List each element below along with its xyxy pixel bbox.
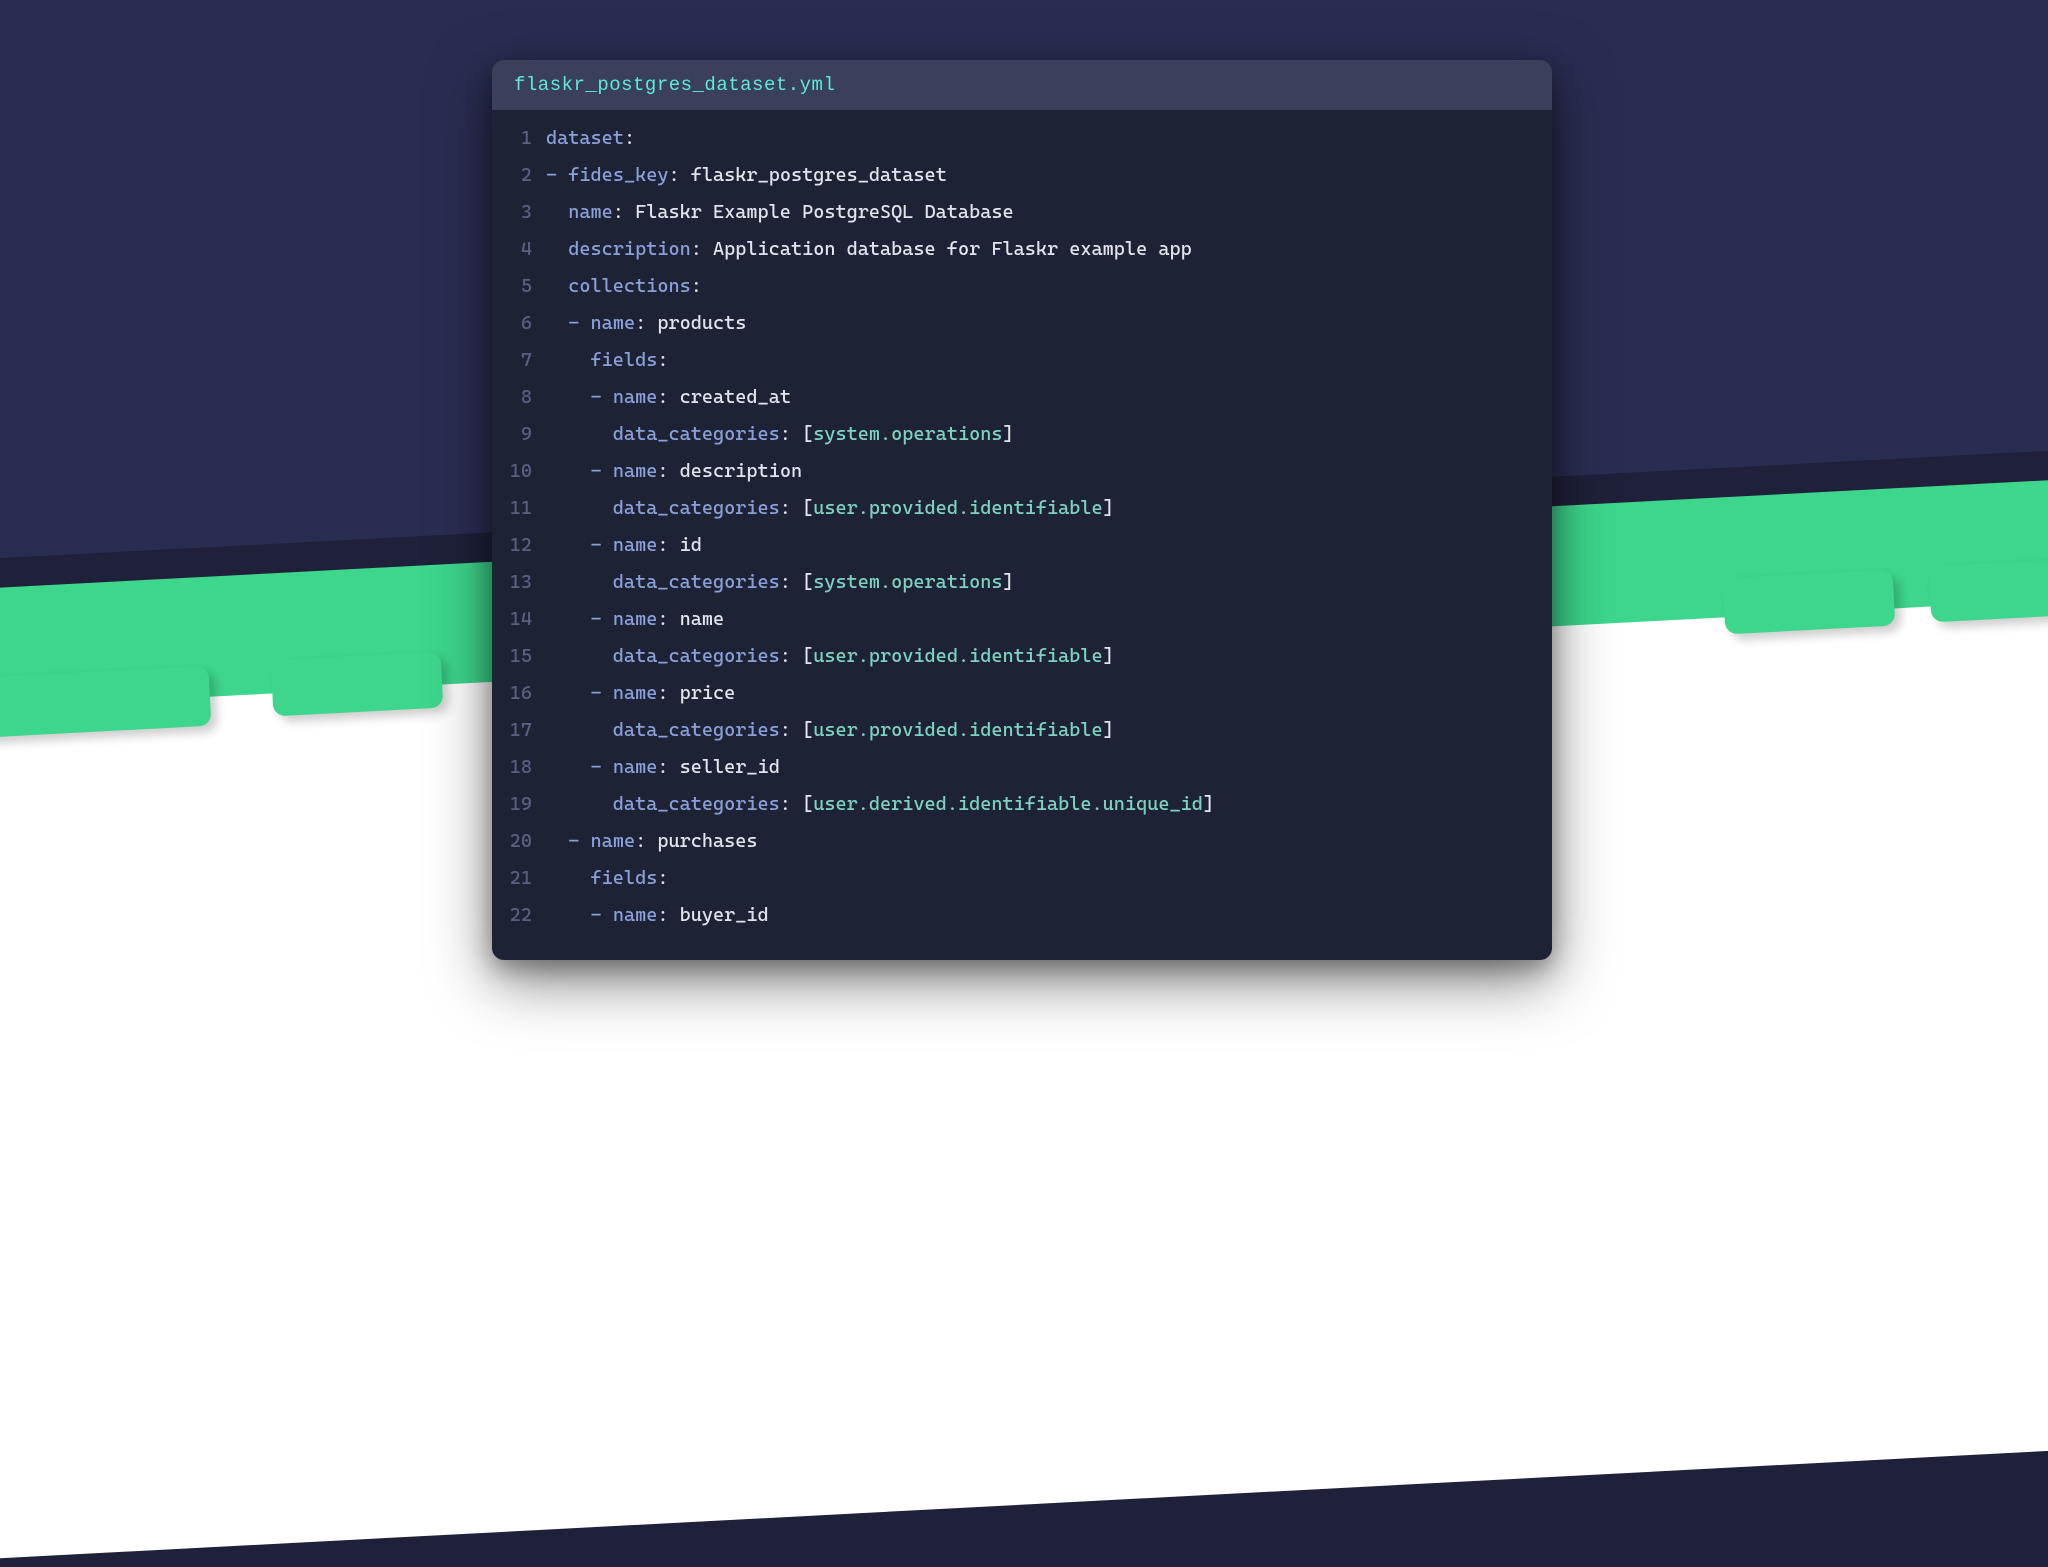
code-line[interactable]: data_categories: [system.operations] [546, 564, 1552, 601]
code-line[interactable]: - name: description [546, 453, 1552, 490]
code-line[interactable]: fields: [546, 860, 1552, 897]
line-number-gutter: 12345678910111213141516171819202122 [492, 120, 546, 960]
code-line[interactable]: data_categories: [user.provided.identifi… [546, 490, 1552, 527]
code-line[interactable]: - name: name [546, 601, 1552, 638]
code-line[interactable]: - name: products [546, 305, 1552, 342]
line-number: 3 [492, 194, 532, 231]
line-number: 16 [492, 675, 532, 712]
line-number: 2 [492, 157, 532, 194]
code-line[interactable]: - name: price [546, 675, 1552, 712]
code-line[interactable]: data_categories: [system.operations] [546, 416, 1552, 453]
code-line[interactable]: - name: id [546, 527, 1552, 564]
line-number: 20 [492, 823, 532, 860]
code-line[interactable]: fields: [546, 342, 1552, 379]
line-number: 7 [492, 342, 532, 379]
line-number: 12 [492, 527, 532, 564]
line-number: 5 [492, 268, 532, 305]
code-line[interactable]: dataset: [546, 120, 1552, 157]
code-line[interactable]: - name: created_at [546, 379, 1552, 416]
line-number: 13 [492, 564, 532, 601]
code-line[interactable]: name: Flaskr Example PostgreSQL Database [546, 194, 1552, 231]
code-line[interactable]: description: Application database for Fl… [546, 231, 1552, 268]
code-line[interactable]: - name: seller_id [546, 749, 1552, 786]
code-line[interactable]: - name: purchases [546, 823, 1552, 860]
line-number: 10 [492, 453, 532, 490]
code-line[interactable]: collections: [546, 268, 1552, 305]
line-number: 4 [492, 231, 532, 268]
line-number: 8 [492, 379, 532, 416]
line-number: 17 [492, 712, 532, 749]
code-line[interactable]: data_categories: [user.provided.identifi… [546, 712, 1552, 749]
line-number: 11 [492, 490, 532, 527]
file-name: flaskr_postgres_dataset.yml [492, 60, 1552, 110]
line-number: 19 [492, 786, 532, 823]
line-number: 9 [492, 416, 532, 453]
line-number: 1 [492, 120, 532, 157]
code-content[interactable]: dataset:- fides_key: flaskr_postgres_dat… [546, 120, 1552, 960]
code-line[interactable]: data_categories: [user.provided.identifi… [546, 638, 1552, 675]
code-line[interactable]: - name: buyer_id [546, 897, 1552, 934]
code-body[interactable]: 12345678910111213141516171819202122 data… [492, 110, 1552, 960]
line-number: 14 [492, 601, 532, 638]
code-window: flaskr_postgres_dataset.yml 123456789101… [492, 60, 1552, 960]
line-number: 6 [492, 305, 532, 342]
line-number: 22 [492, 897, 532, 934]
line-number: 15 [492, 638, 532, 675]
line-number: 18 [492, 749, 532, 786]
code-line[interactable]: data_categories: [user.derived.identifia… [546, 786, 1552, 823]
line-number: 21 [492, 860, 532, 897]
code-line[interactable]: - fides_key: flaskr_postgres_dataset [546, 157, 1552, 194]
